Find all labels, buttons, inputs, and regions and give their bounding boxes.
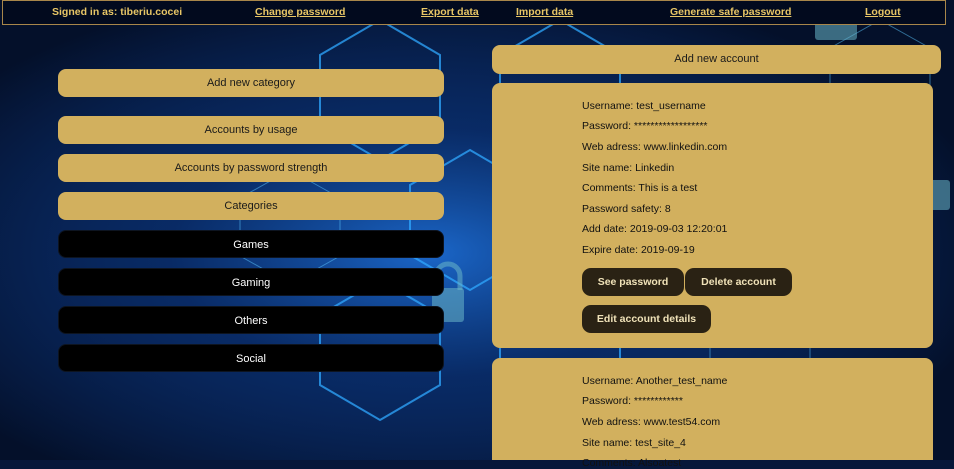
account-site-name: Site name: test_site_4 xyxy=(582,437,686,449)
category-item[interactable]: Social xyxy=(58,344,444,372)
accounts-by-strength-button[interactable]: Accounts by password strength xyxy=(58,154,444,182)
category-item[interactable]: Others xyxy=(58,306,444,334)
account-comments: Comments: This is a test xyxy=(582,182,698,194)
account-web-address: Web adress: www.test54.com xyxy=(582,416,721,428)
account-password-safety: Password safety: 8 xyxy=(582,203,671,215)
account-password: Password: ************ xyxy=(582,395,683,407)
account-card: Username: Another_test_name Password: **… xyxy=(492,358,933,469)
edit-account-details-button[interactable]: Edit account details xyxy=(582,305,711,333)
account-web-address: Web adress: www.linkedin.com xyxy=(582,141,728,153)
add-account-button[interactable]: Add new account xyxy=(492,45,941,74)
category-item[interactable]: Gaming xyxy=(58,268,444,296)
delete-account-button[interactable]: Delete account xyxy=(685,268,792,296)
account-password: Password: ****************** xyxy=(582,120,708,132)
logout-link[interactable]: Logout xyxy=(865,6,901,18)
top-navigation-bar: Signed in as: tiberiu.cocei Change passw… xyxy=(2,0,946,25)
change-password-link[interactable]: Change password xyxy=(255,6,345,18)
generate-safe-password-link[interactable]: Generate safe password xyxy=(670,6,791,18)
see-password-button[interactable]: See password xyxy=(582,268,684,296)
export-data-link[interactable]: Export data xyxy=(421,6,479,18)
category-item[interactable]: Games xyxy=(58,230,444,258)
account-username: Username: test_username xyxy=(582,100,706,112)
add-category-button[interactable]: Add new category xyxy=(58,69,444,97)
account-username: Username: Another_test_name xyxy=(582,375,728,387)
account-card: Username: test_username Password: ******… xyxy=(492,83,933,348)
account-site-name: Site name: Linkedin xyxy=(582,162,675,174)
accounts-by-usage-button[interactable]: Accounts by usage xyxy=(58,116,444,144)
import-data-link[interactable]: Import data xyxy=(516,6,573,18)
account-add-date: Add date: 2019-09-03 12:20:01 xyxy=(582,223,728,235)
account-expire-date: Expire date: 2019-09-19 xyxy=(582,244,695,256)
categories-header[interactable]: Categories xyxy=(58,192,444,220)
signed-in-label: Signed in as: tiberiu.cocei xyxy=(52,6,183,18)
account-comments: Comments: Alsoatest xyxy=(582,457,682,469)
